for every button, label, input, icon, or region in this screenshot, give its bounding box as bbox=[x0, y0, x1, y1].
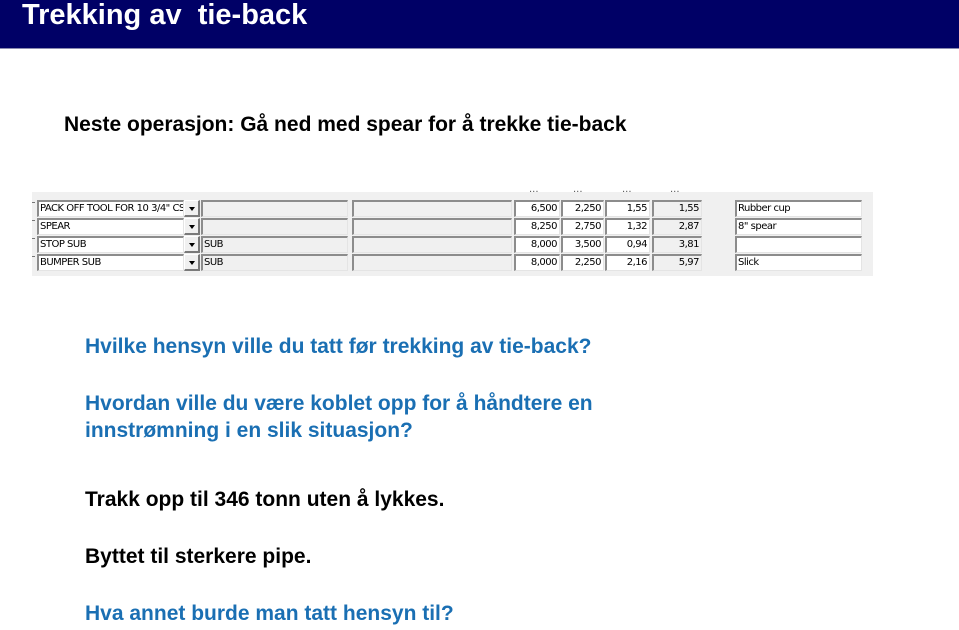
value-field-4: 3,81 bbox=[652, 236, 702, 253]
tool-type-field[interactable]: SUB bbox=[201, 254, 348, 271]
description-field[interactable] bbox=[352, 254, 512, 271]
value-field-2[interactable]: 3,500 bbox=[561, 236, 604, 253]
value-field-2[interactable]: 2,250 bbox=[561, 254, 604, 271]
tool-dropdown-button[interactable] bbox=[184, 236, 200, 253]
slide-subtitle: Neste operasjon: Gå ned med spear for å … bbox=[64, 113, 627, 136]
column-header-3: ... bbox=[622, 184, 632, 195]
tool-name-field[interactable]: STOP SUB bbox=[37, 236, 184, 253]
tool-dropdown-button[interactable] bbox=[184, 218, 200, 235]
note-field[interactable]: Slick bbox=[735, 254, 862, 271]
column-header-1: ... bbox=[529, 184, 539, 195]
tool-name-field[interactable]: PACK OFF TOOL FOR 10 3/4" CSG bbox=[37, 200, 184, 217]
note-field[interactable] bbox=[735, 236, 862, 253]
tool-dropdown-button[interactable] bbox=[184, 200, 200, 217]
column-header-4: ... bbox=[670, 184, 680, 195]
value-field-4: 1,55 bbox=[652, 200, 702, 217]
note-field[interactable]: Rubber cup bbox=[735, 200, 862, 217]
slide-title: Trekking av tie-back bbox=[22, 0, 308, 31]
note-field[interactable]: 8" spear bbox=[735, 218, 862, 235]
chevron-down-icon bbox=[189, 243, 195, 247]
tool-type-field[interactable]: SUB bbox=[201, 236, 348, 253]
tool-dropdown-button[interactable] bbox=[184, 254, 200, 271]
value-field-1[interactable]: 8,000 bbox=[514, 236, 560, 253]
chevron-down-icon bbox=[189, 225, 195, 229]
value-field-4: 5,97 bbox=[652, 254, 702, 271]
statement-pipe-change: Byttet til sterkere pipe. bbox=[85, 545, 312, 568]
grid-row: PACK OFF TOOL FOR 10 3/4" CSG 6,500 2,25… bbox=[32, 200, 873, 218]
statement-pull-attempt: Trakk opp til 346 tonn uten å lykkes. bbox=[85, 488, 445, 511]
value-field-1[interactable]: 8,000 bbox=[514, 254, 560, 271]
value-field-1[interactable]: 6,500 bbox=[514, 200, 560, 217]
grid-row: STOP SUB SUB 8,000 3,500 0,94 3,81 bbox=[32, 236, 873, 254]
tool-type-field[interactable] bbox=[201, 218, 348, 235]
value-field-3[interactable]: 1,55 bbox=[605, 200, 650, 217]
question-line: Hvordan ville du være koblet opp for å h… bbox=[85, 392, 593, 415]
title-bar: Trekking av tie-back bbox=[0, 0, 959, 49]
value-field-2[interactable]: 2,250 bbox=[561, 200, 604, 217]
question-considerations: Hvilke hensyn ville du tatt før trekking… bbox=[85, 335, 592, 358]
question-well-control: Hvordan ville du være koblet opp for å h… bbox=[85, 390, 593, 444]
value-field-3[interactable]: 2,16 bbox=[605, 254, 650, 271]
value-field-1[interactable]: 8,250 bbox=[514, 218, 560, 235]
description-field[interactable] bbox=[352, 236, 512, 253]
value-field-4: 2,87 bbox=[652, 218, 702, 235]
value-field-3[interactable]: 0,94 bbox=[605, 236, 650, 253]
tool-name-field[interactable]: BUMPER SUB bbox=[37, 254, 184, 271]
row-marker bbox=[32, 238, 35, 239]
column-header-2: ... bbox=[573, 184, 583, 195]
tool-type-field[interactable] bbox=[201, 200, 348, 217]
value-field-3[interactable]: 1,32 bbox=[605, 218, 650, 235]
grid-row: BUMPER SUB SUB 8,000 2,250 2,16 5,97 Sli… bbox=[32, 254, 873, 272]
tool-name-field[interactable]: SPEAR bbox=[37, 218, 184, 235]
question-line: innstrømning i en slik situasjon? bbox=[85, 419, 413, 442]
chevron-down-icon bbox=[189, 207, 195, 211]
row-marker bbox=[32, 256, 35, 257]
row-marker bbox=[32, 220, 35, 221]
description-field[interactable] bbox=[352, 200, 512, 217]
grid-row: SPEAR 8,250 2,750 1,32 2,87 8" spear bbox=[32, 218, 873, 236]
chevron-down-icon bbox=[189, 261, 195, 265]
row-marker bbox=[32, 202, 35, 203]
description-field[interactable] bbox=[352, 218, 512, 235]
value-field-2[interactable]: 2,750 bbox=[561, 218, 604, 235]
question-other-considerations: Hva annet burde man tatt hensyn til? bbox=[85, 602, 454, 625]
tool-string-grid: ... ... ... ... PACK OFF TOOL FOR 10 3/4… bbox=[32, 184, 873, 276]
